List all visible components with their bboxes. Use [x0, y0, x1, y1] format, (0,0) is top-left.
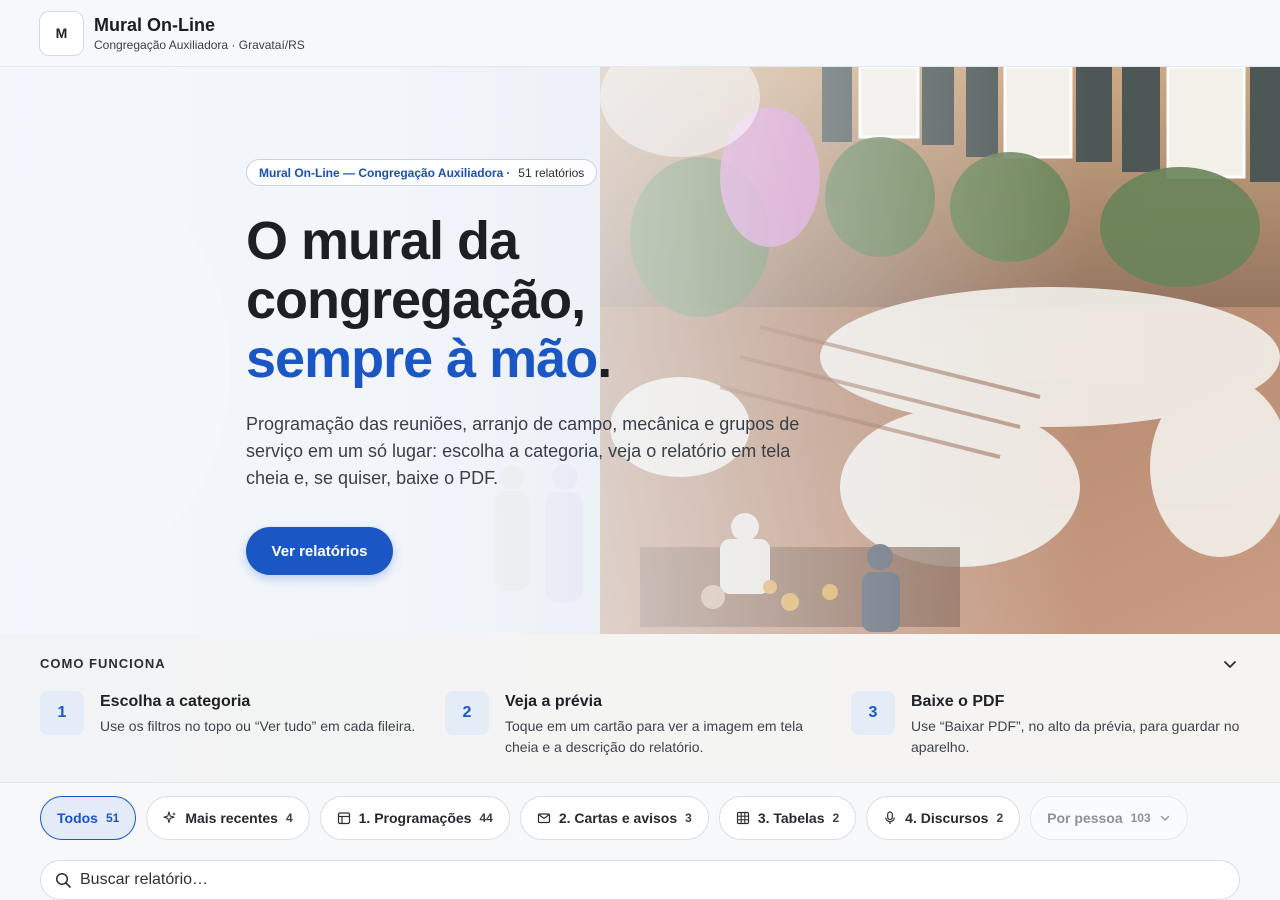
chip-label: 2. Cartas e avisos: [558, 810, 678, 826]
chevron-down-icon[interactable]: [1222, 656, 1238, 672]
hero-description: Programação das reuniões, arranjo de cam…: [246, 414, 800, 488]
chip-count: 2: [996, 811, 1004, 825]
app-logo[interactable]: M: [39, 10, 84, 56]
chevron-down-icon: [1160, 815, 1169, 821]
chip-label: 1. Programações: [358, 810, 472, 826]
filter-by-person-select[interactable]: Por pessoa 103: [1030, 796, 1188, 840]
filter-chip-recent[interactable]: Mais recentes 4: [146, 796, 310, 840]
chip-label: Por pessoa: [1047, 810, 1123, 826]
microphone-icon: [885, 811, 895, 824]
step-description: Toque em um cartão para ver a imagem em …: [505, 718, 804, 755]
step-description: Use “Baixar PDF”, no alto da prévia, par…: [911, 718, 1240, 755]
filter-chip-all[interactable]: Todos 51: [40, 796, 137, 840]
step-number: 1: [40, 691, 84, 735]
hero-title-end: .: [597, 329, 612, 389]
step-1: 1 Escolha a categoria Use os filtros no …: [40, 691, 440, 737]
filter-chip-letters[interactable]: 2. Cartas e avisos 3: [519, 796, 709, 840]
filter-chip-talks[interactable]: 4. Discursos 2: [866, 796, 1021, 840]
hero-badge: Mural On-Line — Congregação Auxiliadora …: [246, 159, 598, 186]
filter-chip-tables[interactable]: 3. Tabelas 2: [718, 796, 857, 840]
step-number: 3: [851, 691, 895, 735]
hero-section: Mural On-Line — Congregação Auxiliadora …: [0, 67, 1280, 634]
filters-bar: Todos 51 Mais recentes 4 1. Programações…: [0, 783, 1280, 900]
step-title: Veja a prévia: [505, 693, 602, 710]
category-chips: Todos 51 Mais recentes 4 1. Programações…: [40, 796, 1188, 840]
badge-name: Mural On-Line — Congregação Auxiliadora: [259, 165, 504, 180]
mail-icon: [537, 813, 550, 824]
chip-label: 4. Discursos: [905, 810, 989, 826]
app-subtitle: Congregação Auxiliadora · Gravataí/RS: [94, 38, 305, 52]
chip-label: 3. Tabelas: [757, 810, 825, 826]
hero-title-accent: sempre à mão: [246, 329, 598, 389]
search-icon: [55, 872, 71, 888]
chip-count: 103: [1130, 811, 1151, 825]
badge-count: 51 relatórios: [518, 165, 585, 180]
chip-count: 4: [285, 811, 293, 825]
chip-label: Todos: [57, 810, 98, 826]
hero-title-line1: O mural da: [246, 211, 519, 271]
step-title: Escolha a categoria: [100, 693, 251, 710]
table-icon: [736, 811, 749, 825]
calendar-icon: [337, 812, 350, 825]
chip-count: 44: [479, 811, 493, 825]
step-title: Baixe o PDF: [911, 693, 1005, 710]
hero-content: Mural On-Line — Congregação Auxiliadora …: [246, 159, 826, 575]
search-bar[interactable]: [40, 860, 1240, 900]
how-it-works-panel: COMO FUNCIONA 1 Escolha a categoria Use …: [0, 634, 1280, 783]
badge-separator: ·: [506, 165, 511, 180]
top-header: M Mural On-Line Congregação Auxiliadora …: [0, 0, 1280, 67]
sparkle-icon: [163, 811, 177, 824]
brand: Mural On-Line Congregação Auxiliadora · …: [94, 14, 305, 52]
chip-label: Mais recentes: [185, 810, 278, 826]
app-title: Mural On-Line: [94, 15, 215, 35]
search-input[interactable]: [80, 871, 1180, 889]
hero-title-line2: congregação,: [246, 270, 586, 330]
how-it-works-title: COMO FUNCIONA: [40, 656, 166, 671]
filter-chip-programs[interactable]: 1. Programações 44: [319, 796, 510, 840]
step-2: 2 Veja a prévia Toque em um cartão para …: [445, 691, 825, 758]
chip-count: 3: [685, 811, 692, 825]
hero-title: O mural da congregação, sempre à mão.: [246, 212, 826, 389]
chip-count: 2: [832, 811, 840, 825]
step-description: Use os filtros no topo ou “Ver tudo” em …: [100, 718, 416, 734]
step-number: 2: [445, 691, 489, 735]
chip-count: 51: [105, 811, 120, 825]
step-3: 3 Baixe o PDF Use “Baixar PDF”, no alto …: [851, 691, 1251, 758]
view-reports-button[interactable]: Ver relatórios: [246, 527, 393, 575]
